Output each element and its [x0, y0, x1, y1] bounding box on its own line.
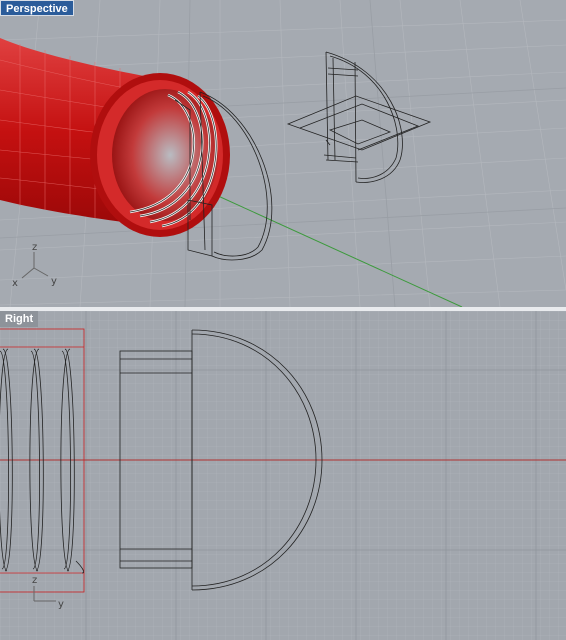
- perspective-viewport-title[interactable]: Perspective: [0, 0, 74, 16]
- axis-gizmo: [21, 252, 49, 279]
- right-viewport[interactable]: Right z y: [0, 311, 566, 640]
- distant-dome-object[interactable]: [286, 51, 432, 183]
- right-gizmo-label-y: y: [58, 599, 64, 610]
- gizmo-label-z: z: [32, 242, 37, 253]
- grid-axis-green: [204, 189, 463, 307]
- right-grid-minor: [0, 311, 566, 640]
- gizmo-label-x: x: [12, 278, 18, 289]
- gizmo-label-y: y: [51, 276, 57, 287]
- right-canvas[interactable]: z y: [0, 311, 566, 640]
- right-gizmo-label-z: z: [32, 575, 37, 586]
- perspective-canvas[interactable]: z x y: [0, 0, 566, 307]
- right-viewport-title[interactable]: Right: [0, 311, 39, 327]
- perspective-viewport[interactable]: Perspective z x y: [0, 0, 566, 307]
